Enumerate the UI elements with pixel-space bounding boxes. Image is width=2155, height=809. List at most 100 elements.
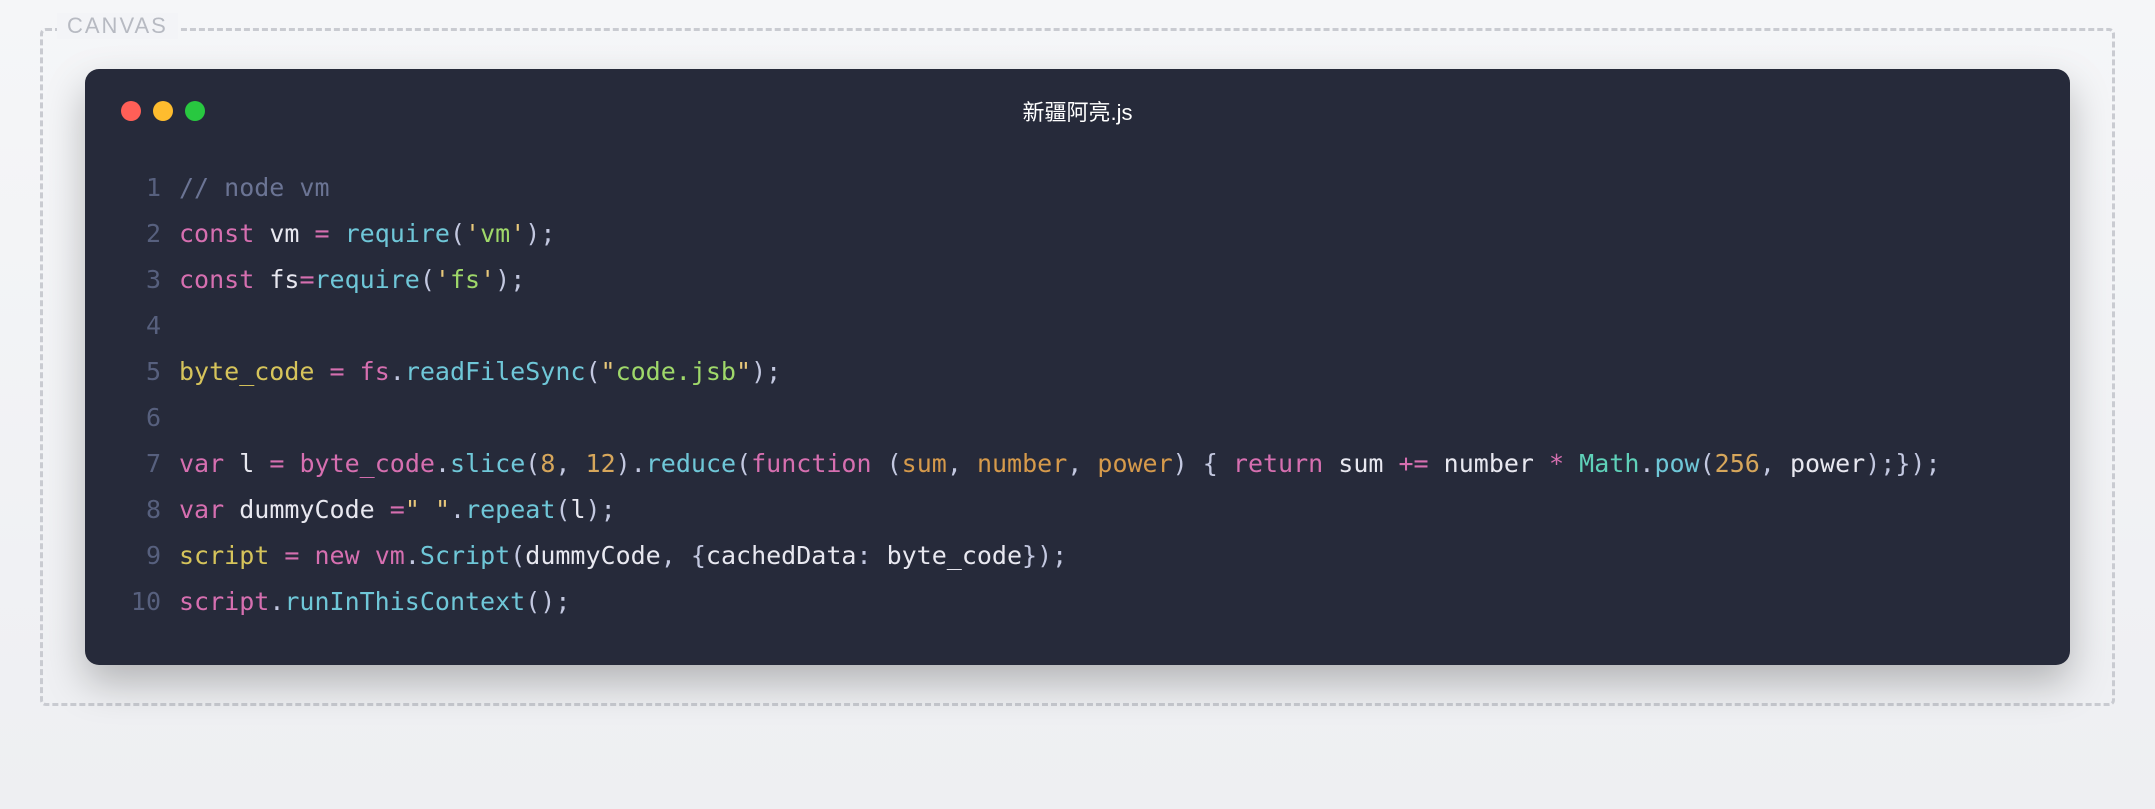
token-comma: ,: [661, 533, 676, 579]
token-identifier: power: [1790, 441, 1865, 487]
token-comma: ,: [555, 441, 570, 487]
token-identifier: l: [570, 487, 585, 533]
token-number: 8: [540, 441, 555, 487]
code-line: 9 script = new vm.Script(dummyCode, {cac…: [121, 533, 2034, 579]
token-dot: .: [631, 441, 646, 487]
token-space: [1188, 441, 1203, 487]
token-brace: {: [691, 533, 706, 579]
token-paren: (: [450, 211, 465, 257]
token-comma: ,: [1760, 441, 1775, 487]
token-identifier: byte_code: [887, 533, 1022, 579]
code-line: 7 var l = byte_code.slice(8, 12).reduce(…: [121, 441, 2034, 487]
token-quote: ": [435, 487, 450, 533]
token-paren: (: [555, 487, 570, 533]
token-operator: =: [269, 441, 284, 487]
token-paren: ): [495, 257, 510, 303]
line-number: 2: [121, 211, 161, 257]
token-paren: ): [1173, 441, 1188, 487]
token-paren: ): [616, 441, 631, 487]
token-keyword: return: [1233, 441, 1323, 487]
code-line: 1 // node vm: [121, 165, 2034, 211]
token-keyword: var: [179, 487, 224, 533]
token-param: power: [1097, 441, 1172, 487]
token-space: [254, 211, 269, 257]
token-quote: ": [405, 487, 420, 533]
token-string: [420, 487, 435, 533]
token-function: reduce: [646, 441, 736, 487]
token-identifier: vm: [269, 211, 299, 257]
token-paren: (: [525, 579, 540, 625]
token-paren: (: [736, 441, 751, 487]
token-keyword: function: [751, 441, 871, 487]
token-function: repeat: [465, 487, 555, 533]
line-number: 3: [121, 257, 161, 303]
token-comma: ,: [947, 441, 962, 487]
token-paren: ): [540, 579, 555, 625]
token-space: [1383, 441, 1398, 487]
token-number: 256: [1715, 441, 1760, 487]
token-space: [1323, 441, 1338, 487]
token-paren: ): [586, 487, 601, 533]
token-paren: (: [510, 533, 525, 579]
token-dot: .: [405, 533, 420, 579]
token-semi: ;: [555, 579, 570, 625]
token-dot: .: [450, 487, 465, 533]
token-function: slice: [450, 441, 525, 487]
token-comment: // node vm: [179, 165, 330, 211]
token-paren: ): [525, 211, 540, 257]
token-paren: ): [1910, 441, 1925, 487]
token-param: sum: [902, 441, 947, 487]
code-line: 3 const fs=require('fs');: [121, 257, 2034, 303]
code-area[interactable]: 1 // node vm 2 const vm = require('vm');…: [121, 165, 2034, 625]
token-space: [254, 441, 269, 487]
token-identifier: script: [179, 533, 269, 579]
token-identifier: l: [239, 441, 254, 487]
token-identifier: fs: [360, 349, 390, 395]
token-paren: ): [1037, 533, 1052, 579]
token-space: [1564, 441, 1579, 487]
token-space: [1218, 441, 1233, 487]
token-colon: :: [856, 533, 871, 579]
line-number: 1: [121, 165, 161, 211]
token-semi: ;: [510, 257, 525, 303]
token-operator: *: [1549, 441, 1564, 487]
token-quote: ": [736, 349, 751, 395]
token-quote: ': [465, 211, 480, 257]
canvas-frame: CANVAS 新疆阿亮.js 1 // node vm 2 const vm =…: [40, 28, 2115, 706]
code-line: 10 script.runInThisContext();: [121, 579, 2034, 625]
token-operator: =: [330, 349, 345, 395]
token-brace: }: [1895, 441, 1910, 487]
token-string: vm: [480, 211, 510, 257]
window-title: 新疆阿亮.js: [121, 95, 2034, 127]
token-semi: ;: [1880, 441, 1895, 487]
token-function: require: [315, 257, 420, 303]
token-keyword: var: [179, 441, 224, 487]
token-space: [962, 441, 977, 487]
token-identifier: sum: [1338, 441, 1383, 487]
token-semi: ;: [601, 487, 616, 533]
line-number: 6: [121, 395, 161, 441]
token-identifier: dummyCode: [525, 533, 660, 579]
canvas-label: CANVAS: [57, 13, 178, 39]
token-dot: .: [435, 441, 450, 487]
token-operator: =: [315, 211, 330, 257]
token-identifier: Math: [1579, 441, 1639, 487]
line-number: 4: [121, 303, 161, 349]
token-space: [269, 533, 284, 579]
token-space: [375, 487, 390, 533]
token-quote: ": [601, 349, 616, 395]
line-number: 10: [121, 579, 161, 625]
token-function: pow: [1654, 441, 1699, 487]
token-string: code.jsb: [616, 349, 736, 395]
code-line: 4: [121, 303, 2034, 349]
token-quote: ': [435, 257, 450, 303]
token-class: Script: [420, 533, 510, 579]
token-space: [1775, 441, 1790, 487]
token-paren: ): [751, 349, 766, 395]
token-function: require: [345, 211, 450, 257]
code-line: 2 const vm = require('vm');: [121, 211, 2034, 257]
window-titlebar: 新疆阿亮.js: [121, 97, 2034, 125]
token-space: [1082, 441, 1097, 487]
token-brace: {: [1203, 441, 1218, 487]
token-brace: }: [1022, 533, 1037, 579]
